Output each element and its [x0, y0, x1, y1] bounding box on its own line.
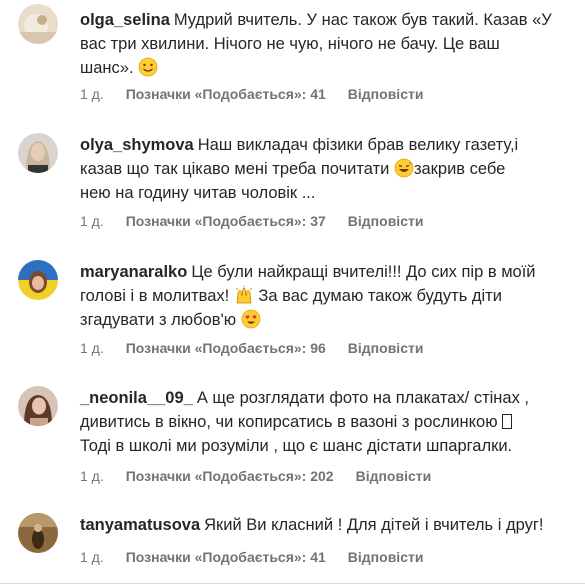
comment-text: згадувати з любов'ю: [80, 311, 237, 329]
likes-count[interactable]: Позначки «Подобається»: 41: [126, 549, 326, 565]
likes-count[interactable]: Позначки «Подобається»: 202: [126, 468, 334, 484]
reply-button[interactable]: Відповісти: [348, 86, 424, 102]
comment-meta: 1 д. Позначки «Подобається»: 41 Відповіс…: [80, 86, 423, 102]
comment-body: olya_shymova Наш викладач фізики брав вел…: [80, 133, 573, 205]
comment-username[interactable]: olga_selina: [80, 11, 170, 29]
comment-body: tanyamatusova Який Ви класний ! Для дітей…: [80, 513, 573, 537]
heart-eyes-face-icon: [241, 309, 261, 329]
reply-button[interactable]: Відповісти: [348, 549, 424, 565]
comment-meta: 1 д. Позначки «Подобається»: 96 Відповіс…: [80, 340, 423, 356]
comment-text: голові і в молитвах!: [80, 287, 230, 305]
comment-text: Тоді в школі ми розуміли , що є шанс діс…: [80, 437, 513, 455]
comment-text: Який Ви класний ! Для дітей і вчитель і …: [204, 516, 544, 534]
comment-text: За вас думаю також будуть діти: [258, 287, 502, 305]
comment-text: Наш викладач фізики брав велику газету,і: [197, 136, 519, 154]
comment-text: А ще розглядати фото на плакатах/ стінах…: [196, 389, 529, 407]
comment-username[interactable]: maryanaralko: [80, 263, 187, 281]
comment-time[interactable]: 1 д.: [80, 468, 104, 484]
comment-meta: 1 д. Позначки «Подобається»: 41 Відповіс…: [80, 549, 423, 565]
comment-body: maryanaralko Це були найкращі вчителі!!! …: [80, 260, 573, 332]
comment-text: Це були найкращі вчителі!!! До сих пір в…: [191, 263, 536, 281]
avatar[interactable]: [18, 4, 58, 44]
comment-text: казав що так цікаво мені треба почитати: [80, 160, 390, 178]
likes-count[interactable]: Позначки «Подобається»: 96: [126, 340, 326, 356]
comment-text: дивитись в вікно, чи копирсатись в вазон…: [80, 413, 498, 431]
missing-glyph-icon: [502, 414, 513, 429]
comment-username[interactable]: tanyamatusova: [80, 516, 200, 534]
smiling-face-icon: [138, 57, 158, 77]
comment-username[interactable]: _neonila__09_: [80, 389, 193, 407]
avatar[interactable]: [18, 260, 58, 300]
avatar[interactable]: [18, 133, 58, 173]
likes-count[interactable]: Позначки «Подобається»: 37: [126, 213, 326, 229]
comment-text: вас три хвилини. Нічого не чую, нічого н…: [80, 35, 500, 53]
comment-body: olga_selina Мудрий вчитель. У нас також б…: [80, 8, 573, 80]
comment-meta: 1 д. Позначки «Подобається»: 37 Відповіс…: [80, 213, 423, 229]
comment-time[interactable]: 1 д.: [80, 340, 104, 356]
comment-text: Мудрий вчитель. У нас також був такий. К…: [173, 11, 552, 29]
comment-time[interactable]: 1 д.: [80, 549, 104, 565]
avatar[interactable]: [18, 386, 58, 426]
comments-list: olga_selina Мудрий вчитель. У нас також б…: [0, 0, 585, 584]
reply-button[interactable]: Відповісти: [348, 213, 424, 229]
reply-button[interactable]: Відповісти: [356, 468, 432, 484]
avatar[interactable]: [18, 513, 58, 553]
grinning-sweat-face-icon: [394, 158, 414, 178]
comment-meta: 1 д. Позначки «Подобається»: 202 Відпові…: [80, 468, 431, 484]
comment-time[interactable]: 1 д.: [80, 213, 104, 229]
comment-text: нею на годину читав чоловік ...: [80, 184, 316, 202]
raising-hands-icon: [235, 285, 253, 304]
reply-button[interactable]: Відповісти: [348, 340, 424, 356]
comment-body: _neonila__09_ А ще розглядати фото на пла…: [80, 386, 573, 458]
comment-text: шанс».: [80, 59, 134, 77]
comment-text: закрив себе: [413, 160, 506, 178]
likes-count[interactable]: Позначки «Подобається»: 41: [126, 86, 326, 102]
comment-username[interactable]: olya_shymova: [80, 136, 194, 154]
comment-time[interactable]: 1 д.: [80, 86, 104, 102]
